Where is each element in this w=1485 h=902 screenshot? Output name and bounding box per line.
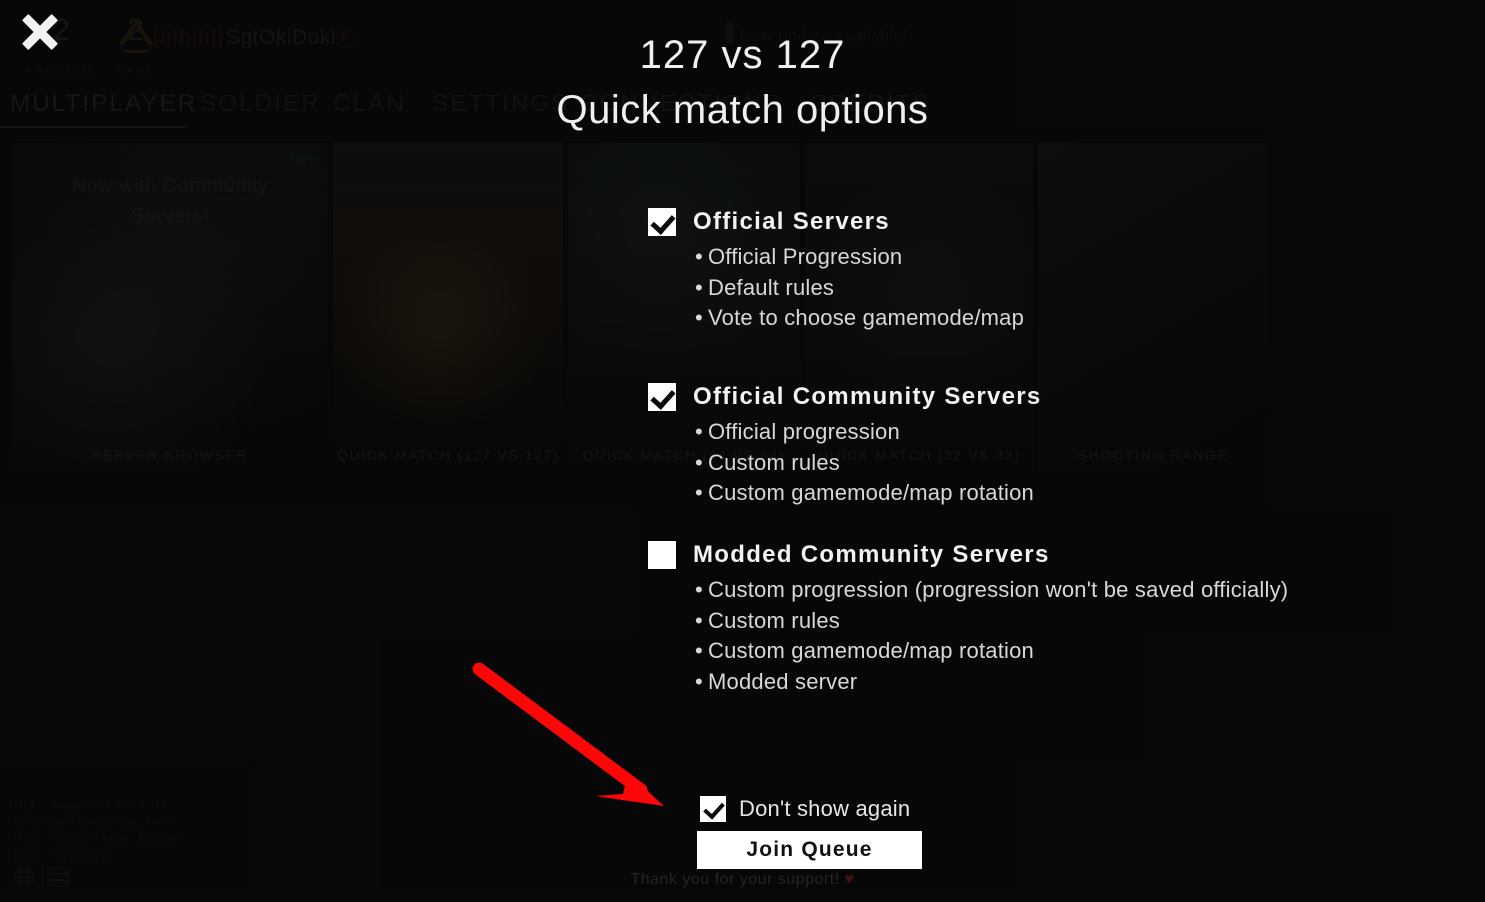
dont-show-again-row[interactable]: Don't show again [700,796,910,822]
dialog-title: Quick match options [556,88,929,132]
bullet-item: Official progression [695,417,1042,448]
option-bullet-list: Custom progression (progression won't be… [695,575,1288,697]
option-bullet-list: Official progression Custom rules Custom… [695,417,1042,509]
option-header[interactable]: Official Community Servers [648,383,1042,411]
option-modded-community-servers: Modded Community Servers Custom progress… [648,541,1288,697]
option-official-community-servers: Official Community Servers Official prog… [648,383,1042,509]
checkbox-dont-show-again[interactable] [700,796,726,822]
option-label: Official Servers [693,208,890,235]
checkbox-modded-community-servers[interactable] [648,541,676,569]
game-menu-screen: 2 PRESTIGE 2 RANK [h|h|h|] SgtOkiDoki Ⓟ … [0,0,1485,902]
option-header[interactable]: Official Servers [648,208,1024,236]
bullet-item: Custom gamemode/map rotation [695,636,1288,667]
bullet-item: Custom progression (progression won't be… [695,575,1288,606]
join-queue-button[interactable]: Join Queue [697,831,922,869]
quick-match-options-dialog: 127 vs 127 Quick match options Official … [0,0,1485,902]
option-header[interactable]: Modded Community Servers [648,541,1288,569]
bullet-item: Vote to choose gamemode/map [695,303,1024,334]
checkbox-official-community-servers[interactable] [648,383,676,411]
bullet-item: Custom rules [695,606,1288,637]
option-label: Official Community Servers [693,383,1042,410]
checkbox-official-servers[interactable] [648,208,676,236]
bullet-item: Default rules [695,273,1024,304]
bullet-item: Custom rules [695,448,1042,479]
bullet-item: Modded server [695,667,1288,698]
bullet-item: Custom gamemode/map rotation [695,478,1042,509]
option-official-servers: Official Servers Official Progression De… [648,208,1024,334]
option-bullet-list: Official Progression Default rules Vote … [695,242,1024,334]
dialog-subtitle: 127 vs 127 [639,33,846,77]
bullet-item: Official Progression [695,242,1024,273]
close-icon[interactable] [18,10,62,54]
dont-show-again-label: Don't show again [739,796,911,821]
option-label: Modded Community Servers [693,541,1050,568]
